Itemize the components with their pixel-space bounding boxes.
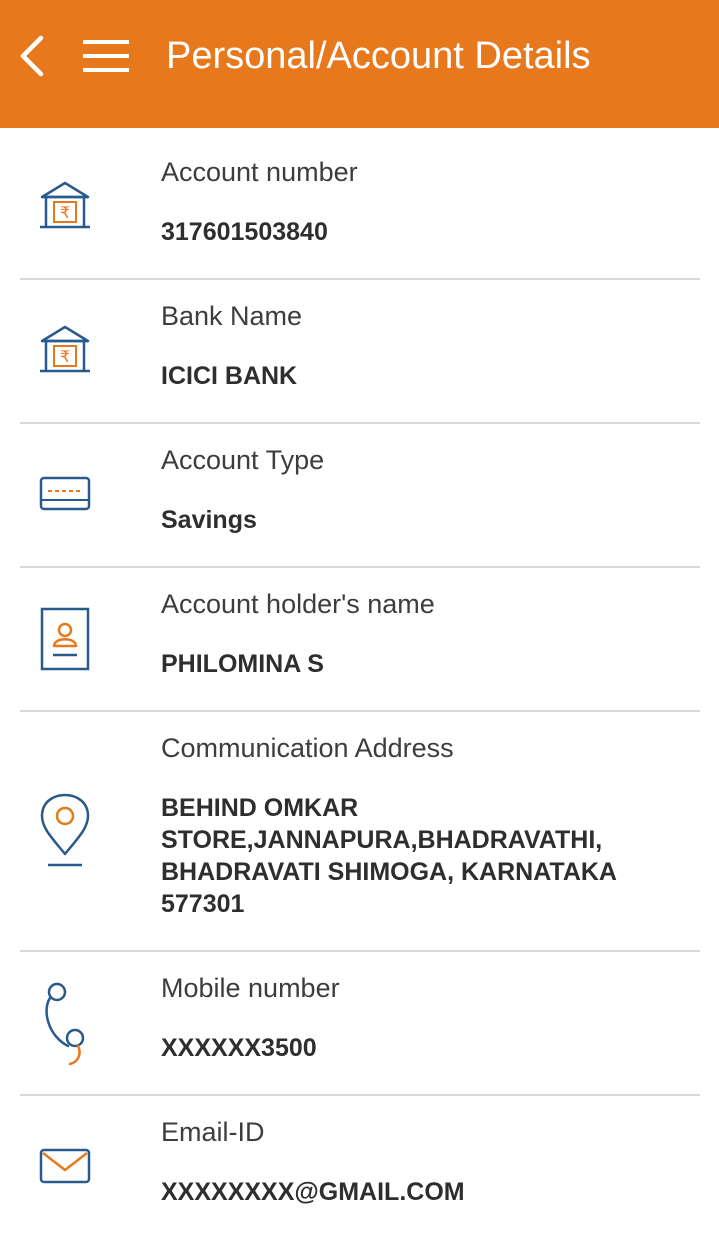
location-pin-icon <box>36 792 94 870</box>
detail-row-bank-name: ₹ Bank Name ICICI BANK <box>0 280 719 424</box>
detail-row-email: Email-ID XXXXXXXX@GMAIL.COM <box>0 1096 719 1236</box>
detail-label: Account Type <box>161 445 325 475</box>
detail-label: Account holder's name <box>161 589 435 619</box>
card-icon <box>36 474 94 514</box>
detail-value: BEHIND OMKAR STORE,JANNAPURA,BHADRAVATHI… <box>161 794 617 918</box>
app-header: Personal/Account Details <box>0 0 719 128</box>
detail-label: Email-ID <box>161 1117 265 1147</box>
id-badge-icon <box>36 606 94 672</box>
page-title: Personal/Account Details <box>166 35 591 77</box>
detail-row-account-number: ₹ Account number 317601503840 <box>0 128 719 280</box>
bank-rupee-icon: ₹ <box>36 180 94 232</box>
detail-label: Mobile number <box>161 973 340 1003</box>
detail-value: Savings <box>161 506 257 534</box>
mail-icon <box>36 1146 94 1186</box>
phone-icon <box>36 980 94 1070</box>
detail-label: Communication Address <box>161 733 454 763</box>
detail-label: Account number <box>161 157 358 187</box>
detail-value: PHILOMINA S <box>161 650 324 678</box>
back-button[interactable] <box>12 32 52 80</box>
detail-row-mobile: Mobile number XXXXXX3500 <box>0 952 719 1096</box>
svg-text:₹: ₹ <box>60 203 70 222</box>
svg-text:₹: ₹ <box>60 347 70 366</box>
back-arrow-icon <box>20 35 44 77</box>
detail-value: XXXXXXXX@GMAIL.COM <box>161 1178 465 1206</box>
detail-value: ICICI BANK <box>161 362 298 390</box>
detail-row-account-holder: Account holder's name PHILOMINA S <box>0 568 719 712</box>
detail-row-address: Communication Address BEHIND OMKAR STORE… <box>0 712 719 952</box>
menu-button[interactable] <box>80 34 132 78</box>
detail-label: Bank Name <box>161 301 303 331</box>
detail-row-account-type: Account Type Savings <box>0 424 719 568</box>
detail-value: 317601503840 <box>161 218 328 246</box>
hamburger-menu-icon <box>83 40 129 72</box>
details-list: ₹ Account number 317601503840 ₹ Bank Nam… <box>0 128 719 1236</box>
detail-value: XXXXXX3500 <box>161 1034 317 1062</box>
bank-rupee-icon: ₹ <box>36 324 94 376</box>
